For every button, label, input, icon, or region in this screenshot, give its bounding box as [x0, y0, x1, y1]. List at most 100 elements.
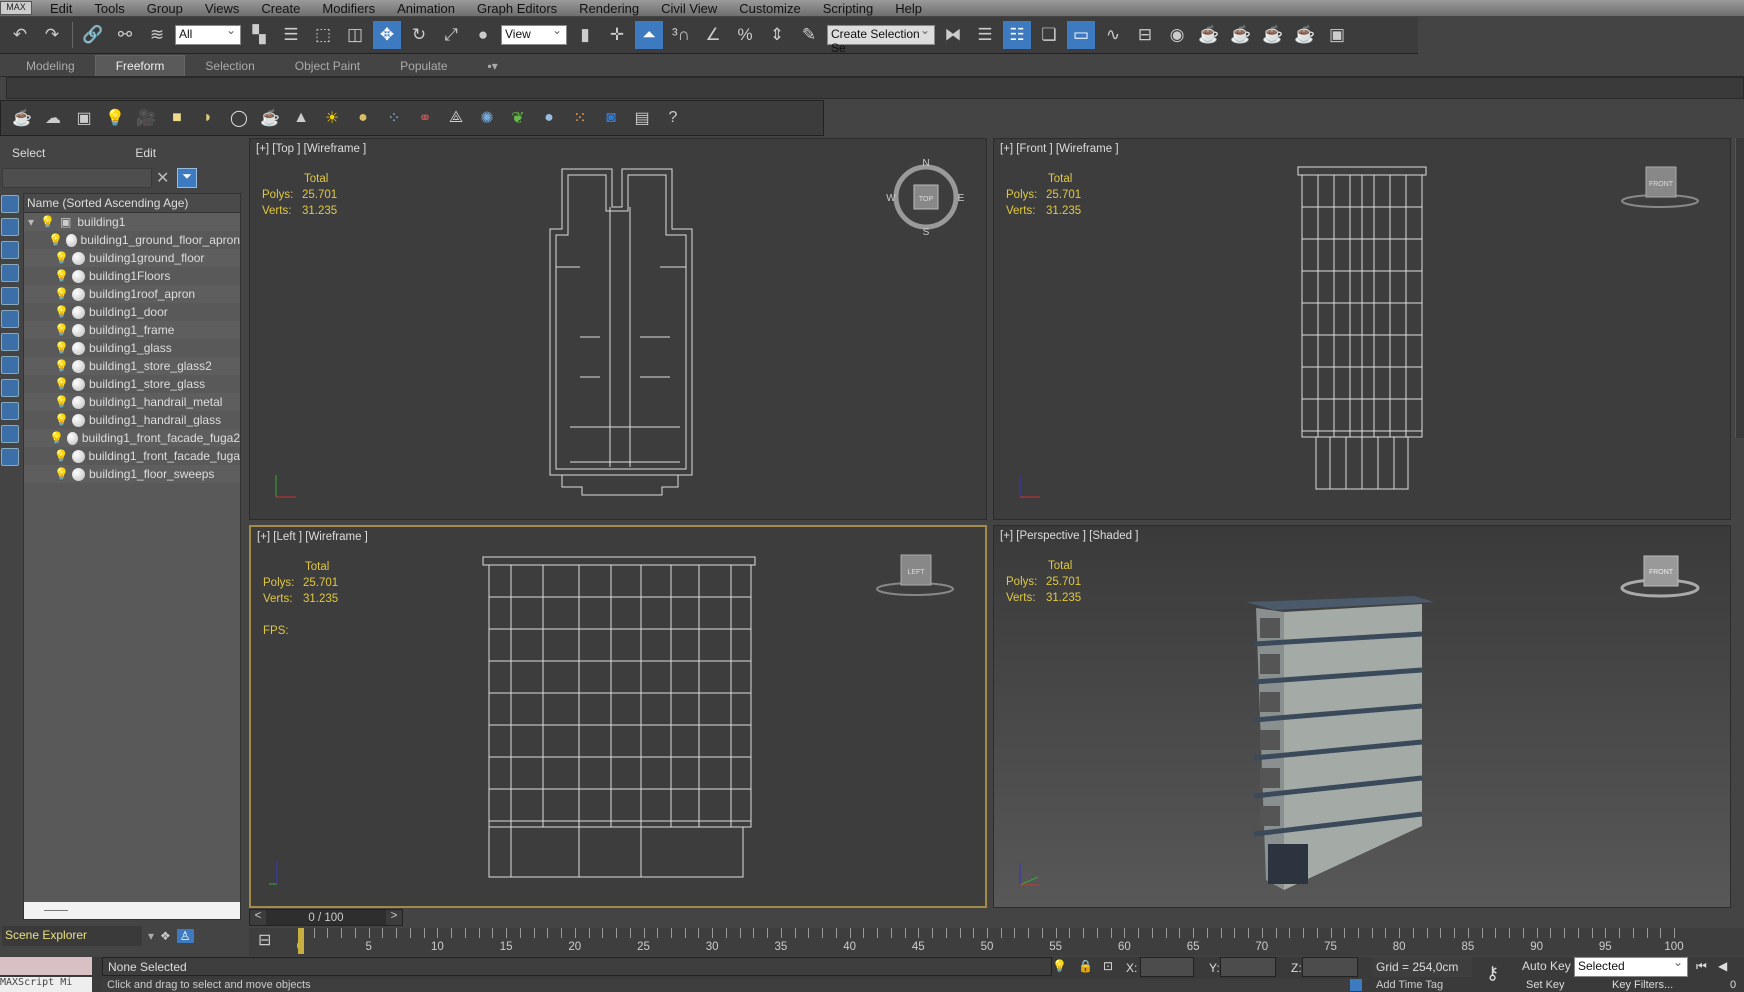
link-icon[interactable]: 🔗 — [79, 21, 107, 49]
prev-frame-button[interactable]: < — [250, 910, 266, 925]
teapot-primitive-icon[interactable]: ☕ — [257, 104, 283, 132]
display-lights-icon[interactable] — [1, 241, 19, 259]
ribbon-options-icon[interactable]: ▪▾ — [468, 56, 518, 76]
tree-item[interactable]: 💡 building1_front_facade_fuga2 — [24, 429, 240, 447]
menu-views[interactable]: Views — [205, 1, 239, 16]
layer-explorer-icon[interactable]: ❏ — [1035, 21, 1063, 49]
expand-arrow-icon[interactable]: ▾ — [24, 215, 40, 229]
scene-explorer-toggle-icon[interactable]: ☷ — [1003, 21, 1031, 49]
menu-scripting[interactable]: Scripting — [823, 1, 874, 16]
light-bulb-icon[interactable]: 💡 — [54, 449, 69, 463]
ribbon-toggle-icon[interactable]: ▭ — [1067, 21, 1095, 49]
particles-icon[interactable]: ⁘ — [381, 104, 407, 132]
menu-rendering[interactable]: Rendering — [579, 1, 639, 16]
menu-modifiers[interactable]: Modifiers — [322, 1, 375, 16]
menu-edit[interactable]: Edit — [50, 1, 72, 16]
tree-item[interactable]: 💡 building1_floor_sweeps — [24, 465, 240, 483]
app-menu-button[interactable]: MAX — [0, 1, 32, 15]
time-cursor[interactable] — [298, 928, 304, 954]
explorer-selector-dropdown[interactable]: Scene Explorer — [2, 926, 142, 946]
multi-material-icon[interactable]: ⁙ — [567, 104, 593, 132]
tree-item[interactable]: 💡 building1_frame — [24, 321, 240, 339]
light-bulb-icon[interactable]: 💡 — [54, 341, 69, 355]
render-in-cloud-icon[interactable]: ☕ — [1291, 21, 1319, 49]
unlink-icon[interactable]: ⚯ — [111, 21, 139, 49]
tree-scrollbar[interactable] — [24, 902, 240, 919]
tree-item[interactable]: 💡 building1ground_floor — [24, 249, 240, 267]
tree-column-header[interactable]: Name (Sorted Ascending Age) — [24, 194, 240, 213]
light-bulb-icon[interactable]: 💡 — [54, 287, 69, 301]
place-icon[interactable]: ● — [469, 21, 497, 49]
viewport-label[interactable]: [+] [Top ] [Wireframe ] — [256, 143, 366, 155]
gear-icon[interactable]: ✺ — [474, 104, 500, 132]
display-helpers-icon[interactable] — [1, 287, 19, 305]
explorer-menu-select[interactable]: Select — [12, 146, 45, 160]
light-bulb-icon[interactable]: 💡 — [40, 215, 55, 229]
named-selection-dropdown[interactable]: Create Selection Se — [827, 23, 935, 55]
select-by-name-icon[interactable]: ☰ — [277, 21, 305, 49]
time-tag-icon[interactable] — [1350, 979, 1362, 991]
display-xrefs-icon[interactable] — [1, 356, 19, 374]
absolute-mode-icon[interactable]: ⊡ — [1103, 959, 1113, 973]
viewcube[interactable]: FRONT — [1620, 546, 1700, 606]
tree-item[interactable]: 💡 building1roof_apron — [24, 285, 240, 303]
viewcube-compass[interactable]: TOP N S E W — [886, 157, 966, 237]
display-containers-icon[interactable] — [1, 402, 19, 420]
menu-group[interactable]: Group — [147, 1, 183, 16]
sort-by-hierarchy-icon[interactable]: ♙ — [176, 929, 194, 943]
properties-icon[interactable]: ▤ — [629, 104, 655, 132]
key-filters-button[interactable]: Key Filters... — [1612, 979, 1673, 991]
display-shapes-icon[interactable] — [1, 218, 19, 236]
display-frozen-icon[interactable] — [1, 425, 19, 443]
edit-named-selection-icon[interactable]: ✎ — [795, 21, 823, 49]
angle-snap-icon[interactable]: ∠ — [699, 21, 727, 49]
tree-item[interactable]: 💡 building1_front_facade_fuga — [24, 447, 240, 465]
display-spacewarps-icon[interactable] — [1, 310, 19, 328]
camera-icon[interactable]: 🎥 — [133, 104, 159, 132]
snaps-toggle-icon[interactable]: ⏶ — [635, 21, 663, 49]
menu-help[interactable]: Help — [895, 1, 922, 16]
add-time-tag[interactable]: Add Time Tag — [1376, 979, 1443, 991]
display-groups-icon[interactable] — [1, 333, 19, 351]
pivot-center-icon[interactable]: ▮ — [571, 21, 599, 49]
rotate-icon[interactable]: ↻ — [405, 21, 433, 49]
selection-filter-dropdown[interactable]: All — [175, 23, 241, 45]
light-bulb-icon[interactable]: 💡 — [54, 413, 69, 427]
set-key-mode-icon[interactable]: ⚷ — [1486, 963, 1499, 984]
light-bulb-icon[interactable]: 💡 — [54, 251, 69, 265]
reference-coord-dropdown[interactable]: View — [501, 23, 567, 45]
x-coordinate-input[interactable] — [1140, 957, 1194, 977]
tree-item[interactable]: 💡 building1_store_glass — [24, 375, 240, 393]
viewport-label[interactable]: [+] [Left ] [Wireframe ] — [257, 531, 368, 543]
skylight-icon[interactable]: ● — [350, 104, 376, 132]
tab-object-paint[interactable]: Object Paint — [275, 56, 380, 76]
maxscript-mini-listener[interactable]: MAXScript Mi — [0, 977, 92, 992]
percent-snap-icon[interactable]: % — [731, 21, 759, 49]
tree-item[interactable]: 💡 building1_door — [24, 303, 240, 321]
z-coordinate-input[interactable] — [1302, 957, 1358, 977]
box-icon[interactable]: ■ — [164, 104, 190, 132]
next-frame-button[interactable]: > — [385, 910, 402, 925]
light-bulb-icon[interactable]: 💡 — [54, 305, 69, 319]
dropdown-arrow-icon[interactable]: ▾ — [148, 929, 154, 943]
bone-icon[interactable]: ⟁ — [443, 104, 469, 132]
display-hidden-icon[interactable] — [1, 448, 19, 466]
light-bulb-icon[interactable]: 💡 — [54, 359, 69, 373]
filter-icon[interactable]: ⏷ — [177, 168, 197, 188]
menu-civil-view[interactable]: Civil View — [661, 1, 717, 16]
light-bulb-icon[interactable]: 💡 — [49, 431, 64, 445]
display-cameras-icon[interactable] — [1, 264, 19, 282]
tree-item-root[interactable]: ▾ 💡 ▣ building1 — [24, 213, 240, 231]
mini-curve-editor-icon[interactable]: ⊟ — [258, 930, 271, 950]
cone-icon[interactable]: ▲ — [288, 104, 314, 132]
maxscript-listener-input[interactable] — [0, 957, 92, 975]
render-production-icon[interactable]: ☕ — [1259, 21, 1287, 49]
tree-item[interactable]: 💡 building1_handrail_glass — [24, 411, 240, 429]
render-setup-icon[interactable]: ☕ — [1195, 21, 1223, 49]
light-bulb-icon[interactable]: 💡 — [54, 395, 69, 409]
molecule-icon[interactable]: ⚭ — [412, 104, 438, 132]
light-bulb-icon[interactable]: 💡 — [54, 467, 69, 481]
light-bulb-icon[interactable]: 💡 — [54, 377, 69, 391]
light-bulb-icon[interactable]: 💡 — [54, 269, 69, 283]
menu-create[interactable]: Create — [261, 1, 300, 16]
